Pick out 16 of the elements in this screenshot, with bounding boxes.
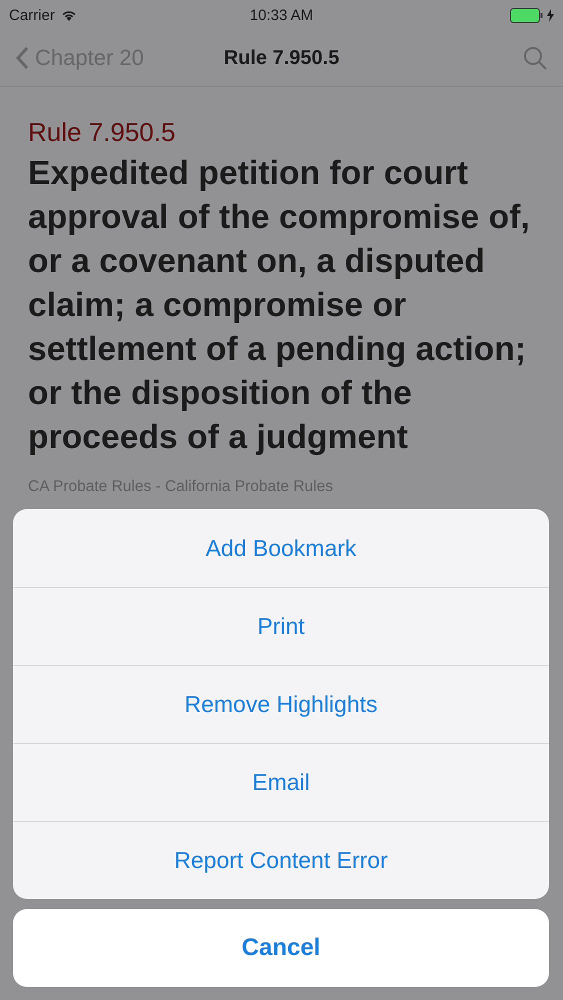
rule-heading: Expedited petition for court approval of the compromise of, or a covenant on, a disputed claim; a compromise or settlement of a pending action; or the disposition of the proceeds of a judgment (28, 154, 531, 458)
action-sheet-item[interactable]: Print (13, 587, 549, 665)
action-sheet-item[interactable]: Report Content Error (13, 821, 549, 899)
battery-icon (510, 8, 544, 22)
carrier-label: Carrier (9, 6, 55, 24)
cancel-button[interactable]: Cancel (13, 909, 549, 987)
wifi-icon (60, 9, 77, 21)
back-chevron-icon (16, 46, 29, 70)
action-sheet-item[interactable]: Remove Highlights (13, 665, 549, 743)
status-time: 10:33 AM (250, 6, 314, 24)
nav-title: Rule 7.950.5 (224, 46, 340, 68)
action-sheet-item[interactable]: Email (13, 743, 549, 821)
charging-icon (547, 8, 554, 22)
search-icon[interactable] (523, 46, 547, 70)
rule-number: Rule 7.950.5 (28, 117, 176, 148)
action-sheet-item[interactable]: Add Bookmark (13, 509, 549, 587)
